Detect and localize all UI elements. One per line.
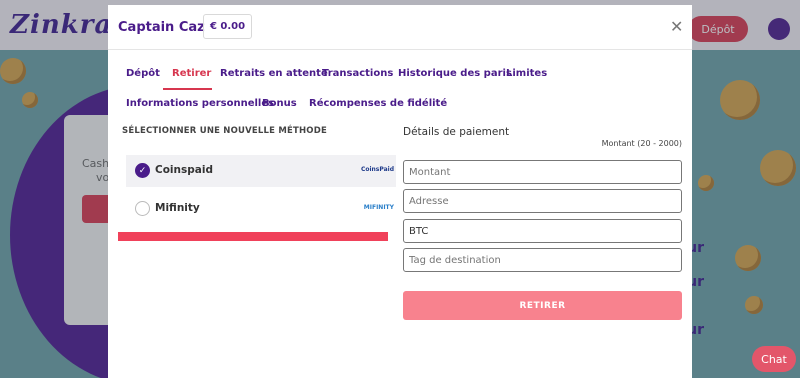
close-icon[interactable]: ✕ bbox=[670, 19, 683, 35]
tab-informations-personnelles[interactable]: Informations personnelles bbox=[126, 98, 274, 109]
method-option-coinspaid[interactable]: ✓ Coinspaid CoinsPaid bbox=[126, 155, 396, 187]
tab-transactions[interactable]: Transactions bbox=[322, 68, 393, 79]
tab-retraits-en-attente[interactable]: Retraits en attente bbox=[220, 68, 328, 79]
modal-header: Captain Caz € 0.00 ✕ bbox=[108, 5, 692, 50]
amount-range-label: Montant (20 - 2000) bbox=[601, 139, 682, 148]
coinspaid-logo: CoinsPaid bbox=[360, 166, 394, 173]
method-label: Coinspaid bbox=[155, 164, 213, 176]
active-tab-indicator bbox=[163, 88, 212, 90]
method-option-mifinity[interactable]: Mifinity MIFINITY bbox=[126, 193, 396, 225]
tab-limites[interactable]: Limites bbox=[506, 68, 547, 79]
currency-field[interactable] bbox=[403, 219, 682, 243]
chat-button[interactable]: Chat bbox=[752, 346, 796, 372]
radio-unchecked-icon[interactable] bbox=[135, 201, 150, 216]
radio-checked-icon[interactable]: ✓ bbox=[135, 163, 150, 178]
amount-field[interactable] bbox=[403, 160, 682, 184]
mifinity-logo: MIFINITY bbox=[363, 204, 394, 211]
tab-historique-des-paris[interactable]: Historique des paris bbox=[398, 68, 512, 79]
payment-details-title: Détails de paiement bbox=[403, 126, 510, 138]
tab-recompenses-de-fidelite[interactable]: Récompenses de fidélité bbox=[309, 98, 447, 109]
error-bar bbox=[118, 232, 388, 241]
tab-depot[interactable]: Dépôt bbox=[126, 68, 160, 79]
balance-badge: € 0.00 bbox=[203, 14, 252, 39]
modal-title: Captain Caz bbox=[118, 20, 205, 35]
tab-bonus[interactable]: Bonus bbox=[262, 98, 297, 109]
section-title: SÉLECTIONNER UNE NOUVELLE MÉTHODE bbox=[122, 126, 327, 136]
destination-tag-field[interactable] bbox=[403, 248, 682, 272]
method-label: Mifinity bbox=[155, 202, 200, 214]
tab-retirer[interactable]: Retirer bbox=[172, 68, 211, 79]
withdraw-button[interactable]: RETIRER bbox=[403, 291, 682, 320]
address-field[interactable] bbox=[403, 189, 682, 213]
account-modal: Captain Caz € 0.00 ✕ Dépôt Retirer Retra… bbox=[108, 5, 692, 378]
